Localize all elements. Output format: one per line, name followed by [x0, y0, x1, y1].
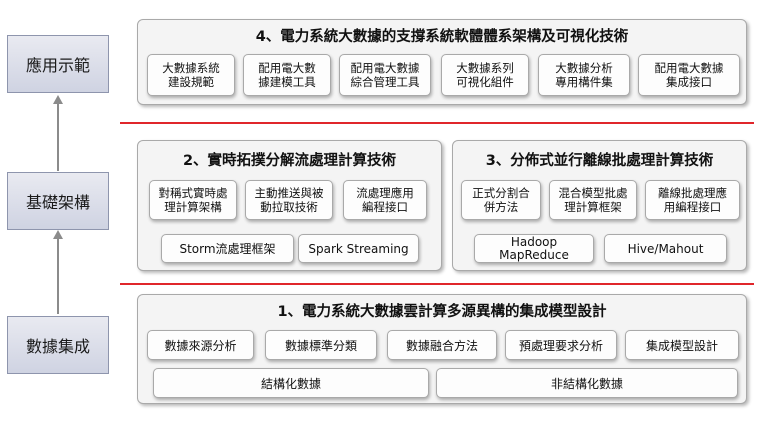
separator-line: [120, 283, 754, 285]
panel4-item: 配用電大數 據建模工具: [243, 54, 331, 96]
data-type-unstructured: 非結構化數據: [436, 368, 738, 398]
layer-application-label: 應用示範: [25, 56, 90, 75]
panel4-item: 配用電大數據 綜合管理工具: [339, 54, 431, 96]
layer-integration: 數據集成: [7, 316, 109, 374]
panel1-item: 預處理要求分析: [505, 330, 617, 360]
panel2-item: 主動推送與被 動拉取技術: [245, 180, 333, 220]
panel3-item: 離線批處理應 用編程接口: [645, 180, 740, 220]
layer-application: 應用示範: [7, 35, 109, 93]
panel1-item: 集成模型設計: [625, 330, 739, 360]
arrow-shaft-lower: [57, 232, 59, 314]
separator-line: [120, 122, 754, 124]
arrow-up-icon: [53, 230, 63, 239]
framework-hive-mahout: Hive/Mahout: [604, 234, 727, 263]
panel2-item: 流處理應用 編程接口: [343, 180, 427, 220]
panel4-item: 大數據系統 建設規範: [147, 54, 235, 96]
framework-hadoop-mapreduce: Hadoop MapReduce: [474, 234, 594, 263]
framework-spark-streaming: Spark Streaming: [298, 234, 419, 263]
framework-storm: Storm流處理框架: [161, 234, 294, 263]
layer-infrastructure: 基礎架構: [7, 172, 109, 230]
panel4-item: 大數據系列 可視化組件: [441, 54, 529, 96]
panel4-item: 配用電大數據 集成接口: [638, 54, 740, 96]
panel1-item: 數據融合方法: [387, 330, 497, 360]
arrow-shaft-upper: [57, 101, 59, 171]
layer-integration-label: 數據集成: [25, 337, 90, 356]
layer-infrastructure-label: 基礎架構: [25, 193, 90, 212]
panel1-item: 數據標準分類: [265, 330, 377, 360]
panel4-item: 大數據分析 專用構件集: [538, 54, 630, 96]
panel3-item: 混合模型批處 理計算框架: [549, 180, 637, 220]
panel2-item: 對稱式實時處 理計算架構: [149, 180, 237, 220]
panel-title: 1、電力系統大數據雲計算多源異構的集成模型設計: [277, 304, 607, 320]
arrow-up-icon: [53, 95, 63, 104]
panel1-item: 數據來源分析: [147, 330, 254, 360]
panel-title: 2、實時拓撲分解流處理計算技術: [182, 153, 397, 169]
panel-title: 4、電力系統大數據的支撐系統軟體體系架構及可視化技術: [255, 29, 629, 45]
panel3-item: 正式分割合 併方法: [461, 180, 541, 220]
data-type-structured: 結構化數據: [153, 368, 429, 398]
panel-title: 3、分佈式並行離線批處理計算技術: [485, 153, 714, 169]
